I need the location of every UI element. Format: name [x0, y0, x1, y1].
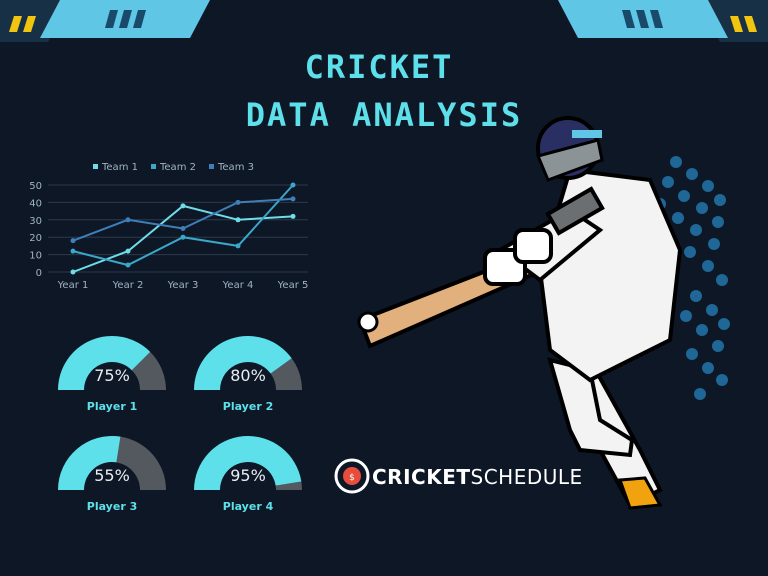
data-point: [180, 234, 186, 240]
gauge-value: 55%: [94, 466, 130, 485]
data-point: [125, 262, 131, 268]
line-chart: Team 1 Team 2 Team 3 0 10 20 30 40 50 Year 1 Year …: [29, 162, 309, 291]
top-left-banner: [0, 0, 210, 42]
brand-logo: $ CRICKETSCHEDULE: [334, 458, 582, 498]
brand-light: SCHEDULE: [470, 465, 583, 489]
x-tick-label: Year 2: [112, 280, 144, 291]
y-tick-label: 0: [36, 268, 42, 279]
gauge-value: 75%: [94, 366, 130, 385]
legend-label: Team 3: [217, 162, 254, 173]
gauge-4: [194, 436, 302, 490]
data-point: [125, 217, 131, 223]
top-right-banner: [558, 0, 768, 42]
page-title-line1: CRICKET: [304, 48, 454, 86]
x-tick-label: Year 3: [167, 280, 199, 291]
data-point: [180, 226, 186, 231]
data-point: [290, 213, 296, 219]
gauge-label: Player 2: [222, 400, 274, 413]
data-point: [70, 248, 76, 254]
data-point: [180, 203, 186, 209]
gauge-label: Player 3: [86, 500, 138, 513]
brand-bold: CRICKET: [372, 465, 471, 489]
legend-label: Team 2: [159, 162, 196, 173]
series-line: [72, 184, 294, 267]
data-point: [70, 238, 76, 244]
data-point: [235, 199, 241, 205]
y-tick-label: 30: [29, 216, 42, 227]
gauge-label: Player 1: [86, 400, 138, 413]
legend-marker: [209, 164, 214, 169]
data-point: [70, 269, 76, 275]
legend-marker: [93, 164, 98, 169]
data-point: [290, 196, 296, 202]
gauge-1: [58, 336, 166, 390]
y-tick-label: 10: [29, 251, 42, 262]
gauge-label: Player 4: [222, 500, 274, 513]
x-tick-label: Year 5: [277, 280, 309, 291]
gauge-value: 80%: [230, 366, 266, 385]
y-tick-label: 20: [29, 233, 42, 244]
data-point: [235, 243, 241, 249]
data-point: [125, 248, 131, 254]
gauge-3: [58, 436, 166, 490]
x-tick-label: Year 4: [222, 280, 254, 291]
x-tick-label: Year 1: [57, 280, 89, 291]
cricket-ball-logo-icon: $: [334, 458, 370, 494]
data-point: [235, 217, 241, 223]
y-tick-label: 40: [29, 198, 42, 209]
data-point: [290, 182, 296, 188]
gauge-2: [194, 336, 302, 390]
legend-marker: [151, 164, 156, 169]
y-tick-label: 50: [29, 181, 42, 192]
legend-label: Team 1: [101, 162, 138, 173]
svg-text:$: $: [349, 473, 355, 483]
gauge-value: 95%: [230, 466, 266, 485]
